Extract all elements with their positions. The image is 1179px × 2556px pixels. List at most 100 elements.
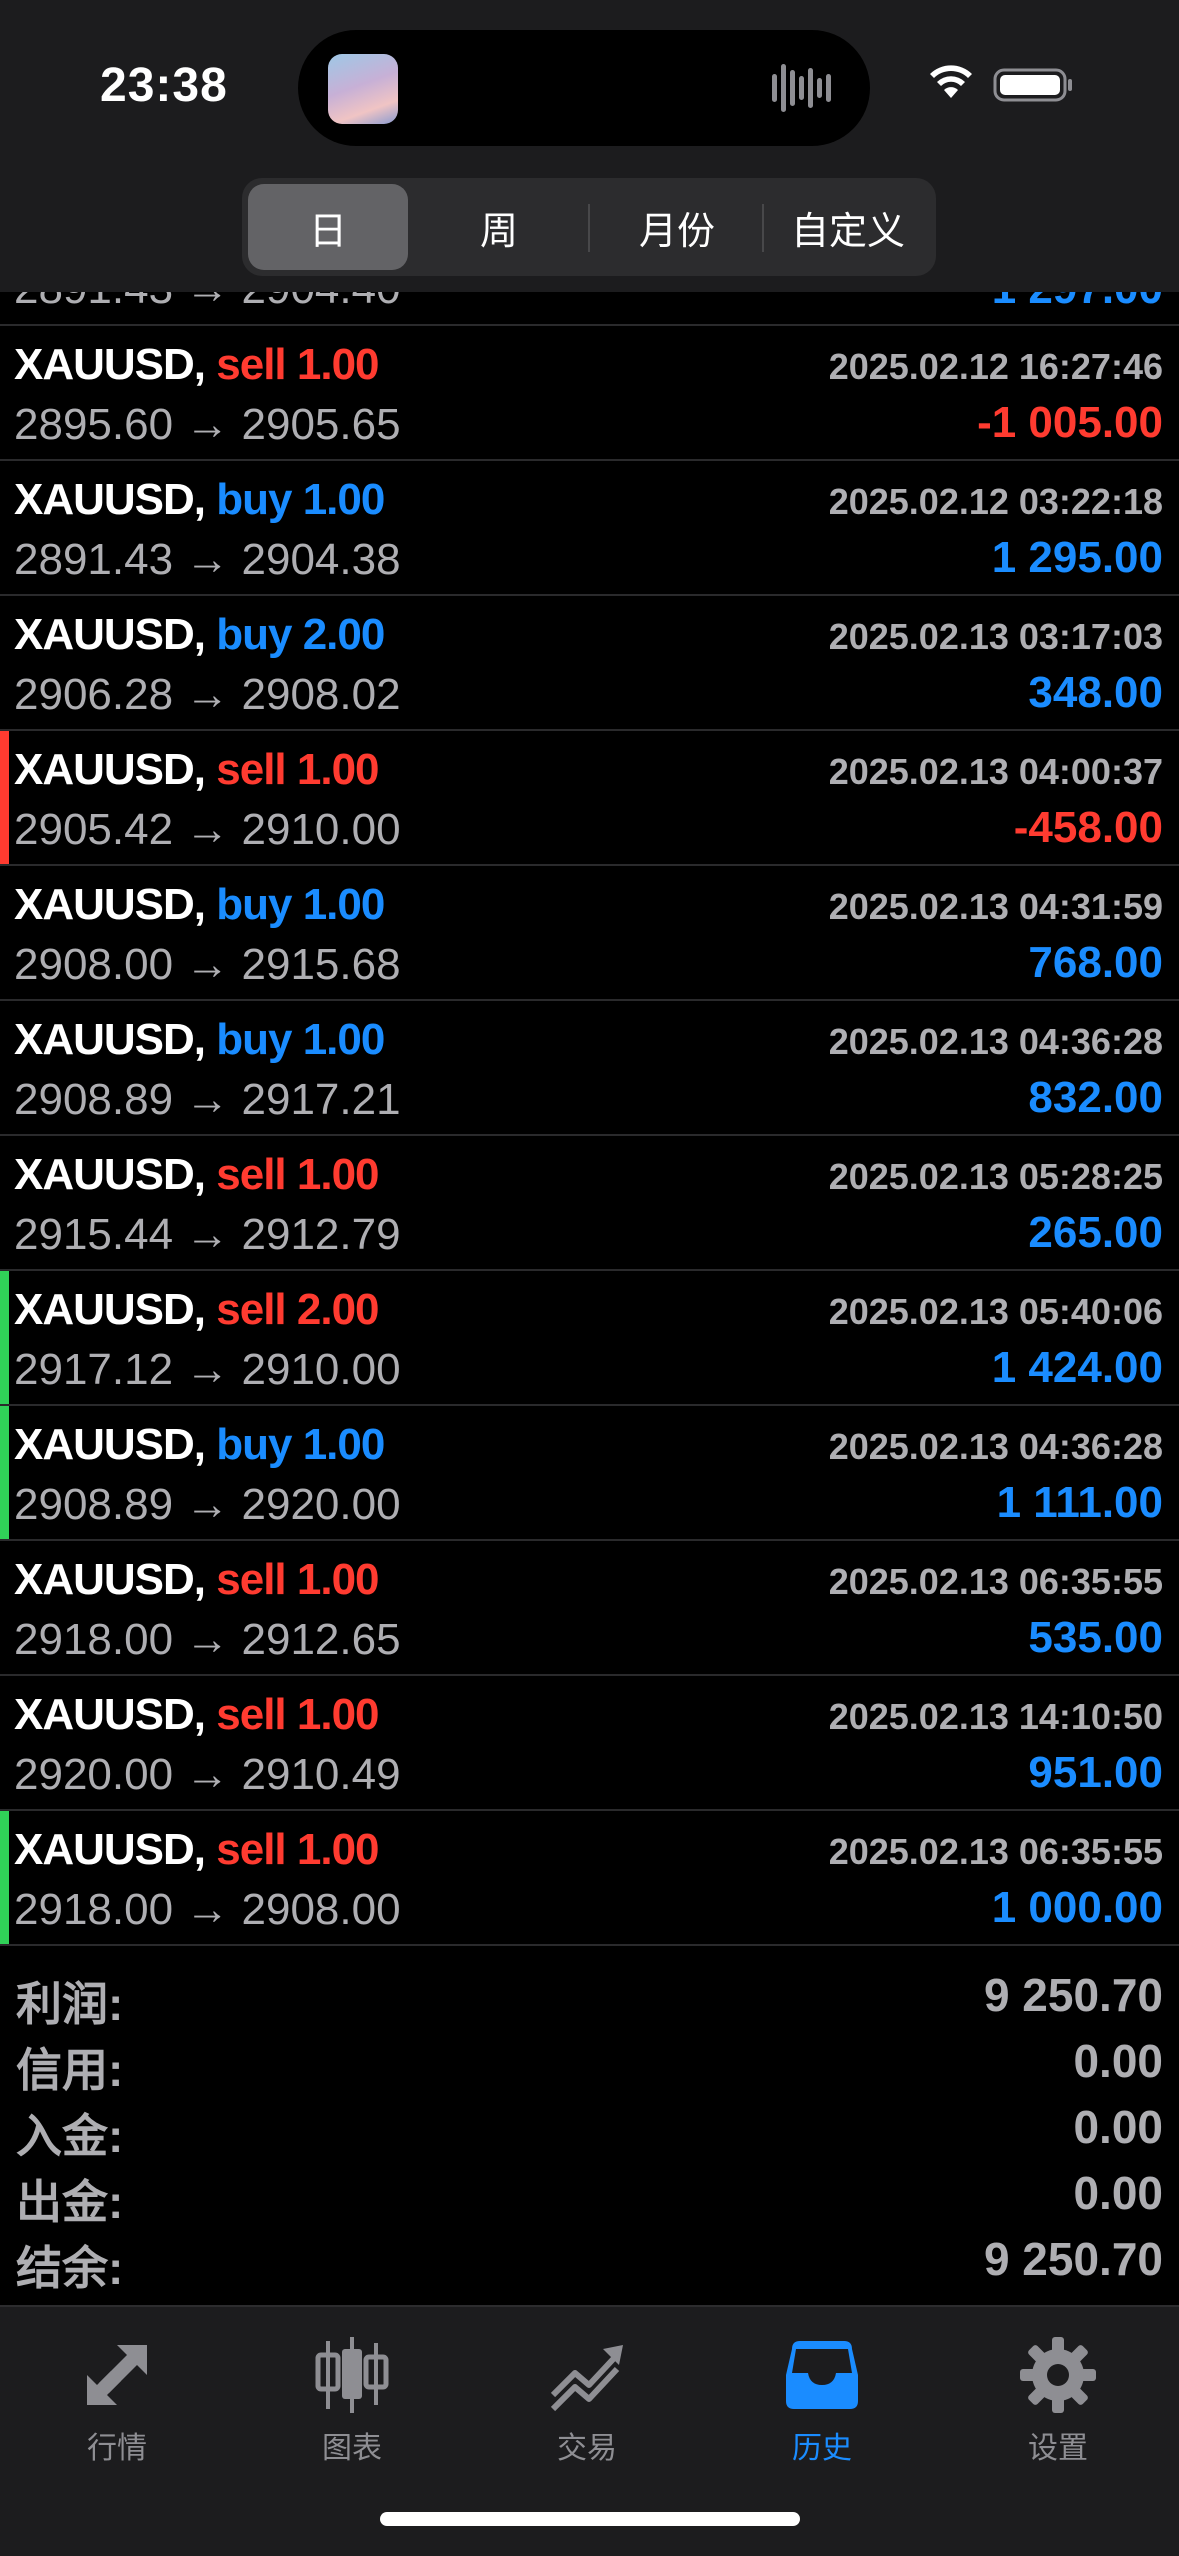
deal-datetime: 2025.02.13 04:36:28 [828,1426,1163,1467]
deal-row[interactable]: XAUUSD, sell 1.00 2025.02.13 05:28:25 2915… [0,1136,1179,1271]
summary-label: 信用: [16,2044,124,2096]
summary-label: 结余: [16,2242,124,2294]
tab-settings[interactable]: 设置 [968,2325,1148,2475]
deal-prices: 2918.00 → 2908.00 [14,1885,401,1934]
deal-row[interactable]: XAUUSD, buy 1.00 2025.02.13 04:36:28 2908.… [0,1001,1179,1136]
summary-row: 利润: 9 250.70 [0,1960,1179,2030]
tab-charts[interactable]: 图表 [262,2325,442,2475]
deal-prices: 2918.00 → 2912.65 [14,1615,401,1664]
tab-history[interactable]: 历史 [732,2325,912,2475]
summary-row: 结余: 9 250.70 [0,2224,1179,2294]
deal-row[interactable]: XAUUSD, buy 1.00 2025.02.13 04:36:28 2908.… [0,1406,1179,1541]
deal-symbol-line: XAUUSD, sell 1.00 [14,1690,380,1740]
deal-datetime: 2025.02.13 04:31:59 [828,886,1163,927]
deal-side: sell 1.00 [216,1555,379,1604]
deal-row[interactable]: XAUUSD, buy 2.00 2025.02.13 03:17:03 2906.… [0,596,1179,731]
deal-side: sell 1.00 [216,1690,379,1739]
segment-month[interactable]: 月份 [592,184,762,270]
deal-datetime: 2025.02.13 03:17:03 [828,616,1163,657]
deal-row[interactable]: XAUUSD, sell 1.00 2025.02.13 14:10:50 2920… [0,1676,1179,1811]
deal-row[interactable]: XAUUSD, sell 2.00 2025.02.13 05:40:06 2917… [0,1271,1179,1406]
deal-datetime: 2025.02.13 05:28:25 [828,1156,1163,1197]
deal-row[interactable]: XAUUSD, buy 1.00 2025.02.13 04:31:59 2908.… [0,866,1179,1001]
deal-side: sell 1.00 [216,340,379,389]
deal-symbol: XAUUSD, [14,745,206,794]
tab-quotes[interactable]: 行情 [27,2325,207,2475]
deal-symbol-line: XAUUSD, buy 2.00 [14,610,385,660]
deal-row[interactable]: XAUUSD, buy 1.00 2025.02.12 03:22:18 2891.… [0,461,1179,596]
deal-profit: 1 424.00 [991,1343,1163,1392]
deal-row[interactable]: XAUUSD, sell 1.00 2025.02.12 16:27:46 2895… [0,326,1179,461]
deal-profit: 832.00 [1028,1073,1163,1122]
deal-side: sell 1.00 [216,745,379,794]
deal-row[interactable]: XAUUSD, sell 1.00 2025.02.13 06:35:55 2918… [0,1541,1179,1676]
deal-datetime: 2025.02.13 06:35:55 [828,1561,1163,1602]
gear-icon [1020,2337,1096,2413]
summary-value: 9 250.70 [983,2233,1163,2285]
deal-side: buy 1.00 [216,475,385,524]
summary-label: 利润: [16,1978,124,2030]
deal-symbol: XAUUSD, [14,1825,206,1874]
deal-symbol: XAUUSD, [14,1420,206,1469]
tab-trade[interactable]: 交易 [497,2325,677,2475]
deal-symbol: XAUUSD, [14,1015,206,1064]
deal-profit: 951.00 [1028,1748,1163,1797]
deal-datetime: 2025.02.12 03:22:18 [828,481,1163,522]
deal-prices: 2891.43 → 2904.38 [14,535,401,584]
status-time: 23:38 [100,59,228,112]
segment-week[interactable]: 周 [416,184,582,270]
segment-divider [588,204,590,252]
summary-label: 出金: [16,2176,124,2228]
deal-symbol-line: XAUUSD, sell 1.00 [14,1825,380,1875]
segment-custom[interactable]: 自定义 [766,184,930,270]
deal-prices: 2917.12 → 2910.00 [14,1345,401,1394]
deal-datetime: 2025.02.12 16:27:46 [828,346,1163,387]
deal-side: sell 1.00 [216,1150,379,1199]
battery-icon [993,68,1072,102]
tab-label: 设置 [1028,2432,1088,2465]
deal-prices: 2906.28 → 2908.02 [14,670,401,719]
deal-profit: 1 000.00 [991,1883,1163,1932]
deal-prices: 2915.44 → 2912.79 [14,1210,401,1259]
summary-row: 出金: 0.00 [0,2158,1179,2228]
summary-row: 入金: 0.00 [0,2092,1179,2162]
segment-day[interactable]: 日 [248,184,408,270]
deal-profit: -458.00 [1013,803,1163,852]
dynamic-island[interactable] [298,30,870,146]
deal-marker-bar [0,731,9,864]
deal-symbol-line: XAUUSD, buy 1.00 [14,880,385,930]
deal-datetime: 2025.02.13 04:36:28 [828,1021,1163,1062]
home-indicator[interactable] [380,2512,800,2526]
summary-label: 入金: [16,2110,124,2162]
deal-side: buy 2.00 [216,610,385,659]
deal-side: sell 1.00 [216,1825,379,1874]
deal-symbol-line: XAUUSD, buy 1.00 [14,475,385,525]
deal-symbol: XAUUSD, [14,880,206,929]
deal-side: sell 2.00 [216,1285,379,1334]
deal-symbol-line: XAUUSD, sell 1.00 [14,1150,380,1200]
deal-prices: 2908.00 → 2915.68 [14,940,401,989]
period-segmented-control: 日 周 月份 自定义 [242,178,936,276]
deal-symbol-line: XAUUSD, sell 1.00 [14,745,380,795]
segment-divider [762,204,764,252]
deal-datetime: 2025.02.13 06:35:55 [828,1831,1163,1872]
deal-symbol-line: XAUUSD, buy 1.00 [14,1420,385,1470]
tab-label: 交易 [557,2432,617,2465]
deal-profit: 535.00 [1028,1613,1163,1662]
history-inbox-icon [786,2341,858,2409]
deal-symbol-line: XAUUSD, sell 2.00 [14,1285,380,1335]
tab-label: 历史 [792,2432,852,2465]
trade-trend-icon [550,2345,623,2412]
summary-value: 0.00 [1073,2101,1163,2153]
deal-symbol-line: XAUUSD, buy 1.00 [14,1015,385,1065]
deal-prices: 2920.00 → 2910.49 [14,1750,401,1799]
summary-value: 9 250.70 [983,1969,1163,2021]
tab-label: 图表 [322,2432,382,2465]
deal-row[interactable]: XAUUSD, sell 1.00 2025.02.13 06:35:55 2918… [0,1811,1179,1946]
deal-symbol: XAUUSD, [14,610,206,659]
header: 23:38 日 周 月份 自定义 [0,0,1179,292]
deals-list[interactable]: 2891.43 → 2904.40 1 297.00 XAUUSD, sell … [0,292,1179,1946]
summary-value: 0.00 [1073,2035,1163,2087]
deal-row[interactable]: XAUUSD, sell 1.00 2025.02.13 04:00:37 2905… [0,731,1179,866]
partial-deal-row[interactable]: 2891.43 → 2904.40 1 297.00 [0,292,1179,326]
